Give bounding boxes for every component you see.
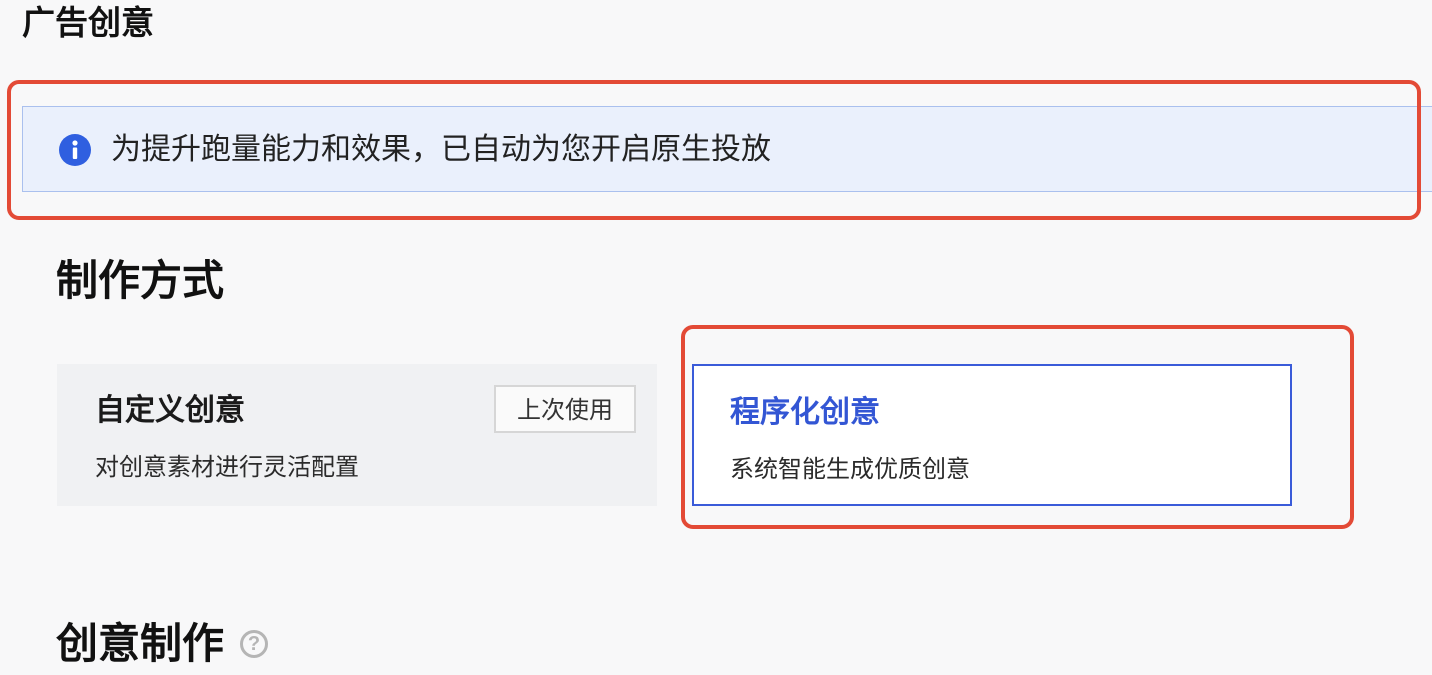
section-title-ad-creative: 广告创意: [22, 3, 154, 42]
programmatic-creative-description: 系统智能生成优质创意: [730, 455, 970, 483]
last-used-badge: 上次使用: [494, 385, 636, 433]
creation-heading-row: 创意制作 ?: [56, 616, 269, 672]
custom-creative-card[interactable]: 自定义创意 上次使用 对创意素材进行灵活配置: [57, 364, 657, 506]
native-delivery-notice: 为提升跑量能力和效果，已自动为您开启原生投放: [22, 106, 1432, 192]
custom-creative-description: 对创意素材进行灵活配置: [95, 453, 359, 481]
custom-creative-title: 自定义创意: [95, 393, 245, 428]
notice-text: 为提升跑量能力和效果，已自动为您开启原生投放: [111, 132, 771, 167]
method-heading: 制作方式: [56, 256, 225, 305]
creation-heading: 创意制作: [56, 619, 225, 668]
programmatic-creative-title: 程序化创意: [730, 395, 880, 430]
programmatic-creative-card[interactable]: 程序化创意 系统智能生成优质创意: [692, 364, 1292, 506]
question-circle-icon[interactable]: ?: [240, 630, 269, 658]
info-icon: [59, 134, 91, 166]
